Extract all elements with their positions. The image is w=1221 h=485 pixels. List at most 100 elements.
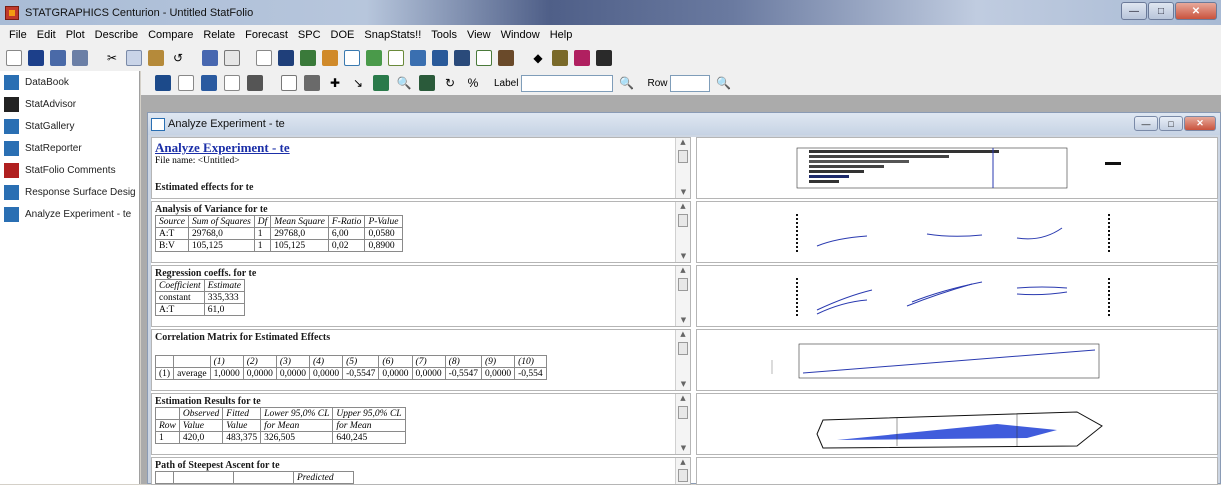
table-icon[interactable]	[408, 48, 428, 68]
estimation-pane-scrollbar[interactable]: ▲ ▼	[675, 394, 690, 454]
response-surface-pane[interactable]	[696, 393, 1218, 455]
pareto-chart-pane[interactable]	[696, 137, 1218, 199]
barchart-icon[interactable]	[430, 48, 450, 68]
timeseries-icon[interactable]	[474, 48, 494, 68]
steepest-pane-scrollbar[interactable]: ▲	[675, 458, 690, 484]
menu-file[interactable]: File	[4, 29, 32, 41]
copy-icon[interactable]	[124, 48, 144, 68]
brush-icon[interactable]	[371, 73, 391, 93]
menu-forecast[interactable]: Forecast	[240, 29, 293, 41]
print-preview-icon[interactable]	[70, 48, 90, 68]
scroll-up-icon[interactable]: ▲	[676, 458, 690, 468]
sidebar-item-statreporter[interactable]: StatReporter	[0, 137, 139, 159]
menu-help[interactable]: Help	[545, 29, 578, 41]
input-dialog-icon[interactable]	[153, 73, 173, 93]
scroll-down-icon[interactable]: ▼	[676, 252, 690, 262]
print-icon[interactable]	[200, 48, 220, 68]
save-results-icon[interactable]	[245, 73, 265, 93]
main-effects-pane[interactable]	[696, 201, 1218, 263]
control-chart-icon[interactable]	[496, 48, 516, 68]
child-maximize-button[interactable]: □	[1159, 116, 1183, 131]
calculator-icon[interactable]	[594, 48, 614, 68]
scroll-thumb[interactable]	[678, 150, 688, 163]
normal-probability-pane[interactable]	[696, 329, 1218, 391]
rotate-icon[interactable]: ↻	[440, 73, 460, 93]
xy-plot-icon[interactable]	[342, 48, 362, 68]
menu-doe[interactable]: DOE	[326, 29, 360, 41]
scroll-down-icon[interactable]: ▼	[676, 316, 690, 326]
scroll-thumb[interactable]	[678, 406, 688, 419]
regression-pane-scrollbar[interactable]: ▲ ▼	[675, 266, 690, 326]
minimize-button[interactable]: —	[1121, 2, 1147, 20]
graph-options-icon[interactable]	[279, 73, 299, 93]
maximize-button[interactable]: □	[1148, 2, 1174, 20]
binoculars-row-icon[interactable]: 🔍	[713, 73, 733, 93]
scroll-down-icon[interactable]: ▼	[676, 444, 690, 454]
statgallery-toolbar-icon[interactable]	[550, 48, 570, 68]
menu-window[interactable]: Window	[496, 29, 545, 41]
zoom-icon[interactable]: 🔍	[394, 73, 414, 93]
summary-pane[interactable]: Analyze Experiment - te File name: <Unti…	[151, 137, 691, 199]
summary-pane-scrollbar[interactable]: ▲ ▼	[675, 138, 690, 198]
scroll-thumb[interactable]	[678, 342, 688, 355]
exclude-points-icon[interactable]	[302, 73, 322, 93]
analysis-options-icon[interactable]	[176, 73, 196, 93]
menu-edit[interactable]: Edit	[32, 29, 61, 41]
layout-icon[interactable]	[417, 73, 437, 93]
contour-plot-pane[interactable]	[696, 457, 1218, 485]
anova-pane-scrollbar[interactable]: ▲ ▼	[675, 202, 690, 262]
scroll-up-icon[interactable]: ▲	[676, 394, 690, 404]
undo-icon[interactable]: ↺	[168, 48, 188, 68]
statgraphics-app-icon[interactable]	[5, 5, 19, 20]
regression-icon[interactable]	[386, 48, 406, 68]
multi-factor-icon[interactable]	[298, 48, 318, 68]
scroll-thumb[interactable]	[678, 214, 688, 227]
sidebar-item-response-surface-desig[interactable]: Response Surface Desig	[0, 181, 139, 203]
menu-tools[interactable]: Tools	[426, 29, 462, 41]
contour-icon[interactable]	[364, 48, 384, 68]
scroll-up-icon[interactable]: ▲	[676, 266, 690, 276]
scroll-up-icon[interactable]: ▲	[676, 202, 690, 212]
sidebar-item-statadvisor[interactable]: StatAdvisor	[0, 93, 139, 115]
menu-view[interactable]: View	[462, 29, 496, 41]
regression-pane[interactable]: Regression coeffs. for te Coefficient Est…	[151, 265, 691, 327]
statadvisor-toolbar-icon[interactable]: ◆	[528, 48, 548, 68]
boxplot-icon[interactable]	[452, 48, 472, 68]
menu-snapstats[interactable]: SnapStats!!	[359, 29, 426, 41]
menu-spc[interactable]: SPC	[293, 29, 326, 41]
statreporter-toolbar-icon[interactable]	[572, 48, 592, 68]
percent-icon[interactable]: %	[463, 73, 483, 93]
scroll-thumb[interactable]	[678, 278, 688, 291]
scroll-thumb[interactable]	[678, 469, 688, 482]
scroll-up-icon[interactable]: ▲	[676, 330, 690, 340]
label-input[interactable]	[521, 74, 614, 92]
menu-compare[interactable]: Compare	[143, 29, 198, 41]
label-points-icon[interactable]: ↘	[348, 73, 368, 93]
anova-pane[interactable]: Analysis of Variance for te Source Sum of…	[151, 201, 691, 263]
sidebar-item-analyze-experiment-te[interactable]: Analyze Experiment - te	[0, 203, 139, 225]
scroll-up-icon[interactable]: ▲	[676, 138, 690, 148]
menu-describe[interactable]: Describe	[90, 29, 143, 41]
scroll-down-icon[interactable]: ▼	[676, 188, 690, 198]
save-all-icon[interactable]	[48, 48, 68, 68]
menu-relate[interactable]: Relate	[198, 29, 240, 41]
new-icon[interactable]	[4, 48, 24, 68]
tables-graphs-icon[interactable]	[199, 73, 219, 93]
matrix-plot-icon[interactable]	[276, 48, 296, 68]
correlation-pane[interactable]: Correlation Matrix for Estimated Effects…	[151, 329, 691, 391]
binoculars-label-icon[interactable]: 🔍	[616, 73, 636, 93]
row-input[interactable]	[670, 74, 711, 92]
sidebar-item-databook[interactable]: DataBook	[0, 71, 139, 93]
sidebar-item-statgallery[interactable]: StatGallery	[0, 115, 139, 137]
menu-plot[interactable]: Plot	[61, 29, 90, 41]
child-close-button[interactable]: ✕	[1184, 116, 1216, 131]
scatterplot-icon[interactable]	[254, 48, 274, 68]
jitter-icon[interactable]: ✚	[325, 73, 345, 93]
paste-icon[interactable]	[146, 48, 166, 68]
interaction-plot-pane[interactable]	[696, 265, 1218, 327]
save-icon[interactable]	[26, 48, 46, 68]
correlation-pane-scrollbar[interactable]: ▲ ▼	[675, 330, 690, 390]
sidebar-item-statfolio-comments[interactable]: StatFolio Comments	[0, 159, 139, 181]
scroll-down-icon[interactable]: ▼	[676, 380, 690, 390]
pane-options-icon[interactable]	[222, 73, 242, 93]
